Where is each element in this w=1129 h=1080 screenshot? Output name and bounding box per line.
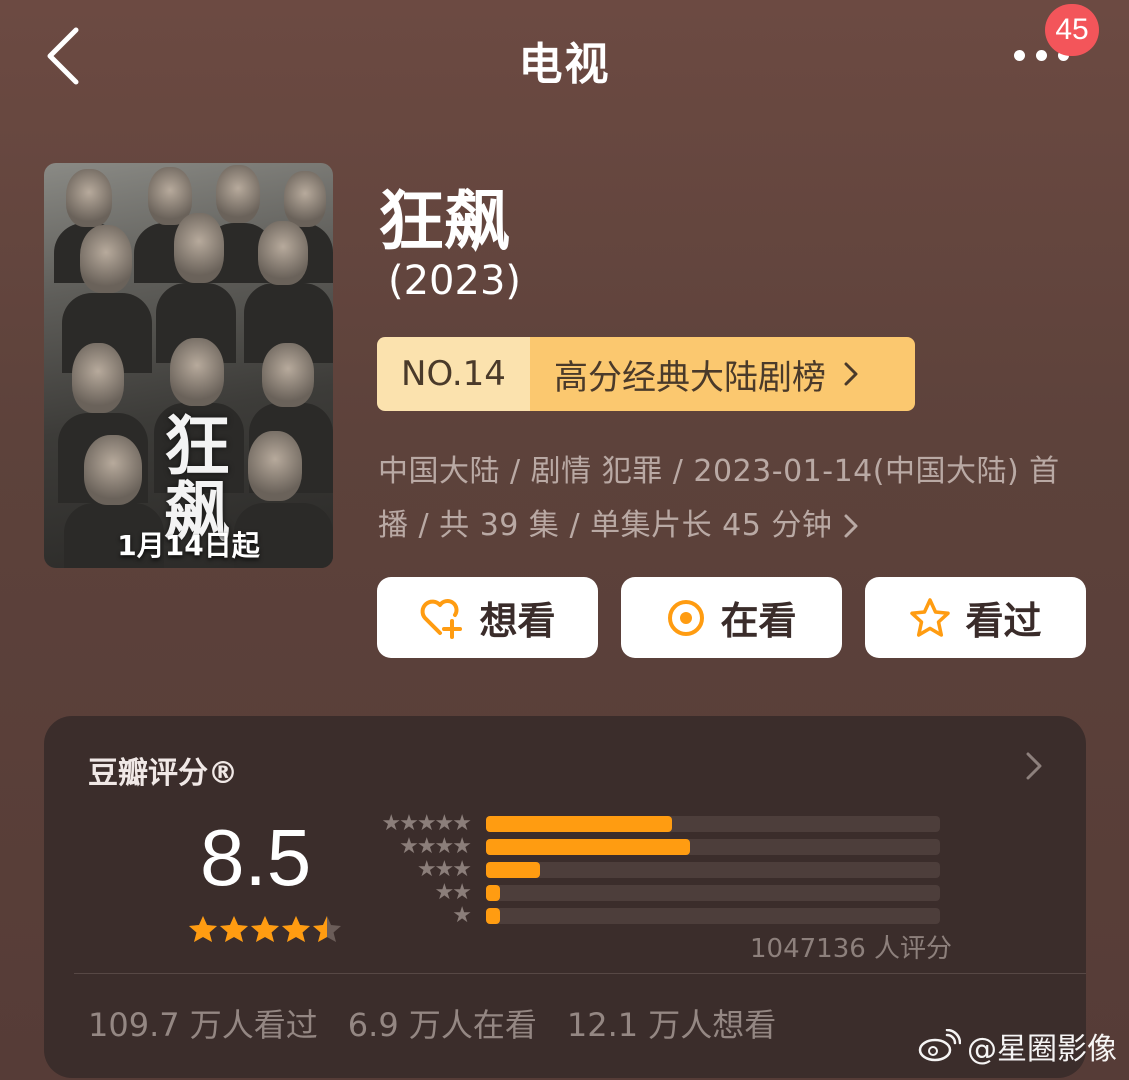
- watched-label: 看过: [965, 599, 1042, 643]
- distribution-bar: [486, 862, 540, 878]
- star-icon: [910, 597, 951, 637]
- rating-score: 8.5: [200, 813, 312, 902]
- meta-line: 中国大陆 / 剧情 犯罪 / 2023-01-14(中国大陆) 首: [378, 454, 1060, 489]
- rating-star-icon: [313, 916, 341, 942]
- watermark: @星圈影像: [917, 1024, 1117, 1068]
- poster-image[interactable]: 狂飙 1月14日起: [44, 163, 333, 568]
- show-meta[interactable]: 中国大陆 / 剧情 犯罪 / 2023-01-14(中国大陆) 首 播 / 共 …: [378, 445, 1088, 553]
- more-dot-icon: [1014, 50, 1025, 61]
- poster-face: [72, 343, 124, 413]
- rating-detail-button[interactable]: [1022, 746, 1046, 786]
- poster-face: [174, 213, 224, 283]
- watch-stats: 109.7 万人看过 6.9 万人在看 12.1 万人想看: [88, 1000, 776, 1046]
- more-dot-icon: [1036, 50, 1047, 61]
- watched-button[interactable]: 看过: [865, 577, 1086, 658]
- chevron-right-icon: [844, 362, 858, 386]
- poster-face: [284, 171, 326, 227]
- want-count: 12.1 万人想看: [566, 1006, 777, 1044]
- rating-title: 豆瓣评分®: [88, 756, 238, 791]
- rating-star-icon: [220, 916, 248, 942]
- weibo-logo-icon: [918, 1029, 961, 1062]
- heart-plus-icon: [421, 598, 463, 639]
- chevron-right-icon: [844, 514, 858, 538]
- distribution-bar-track: [486, 862, 940, 878]
- poster-face: [258, 221, 308, 285]
- poster-face: [216, 165, 260, 223]
- rank-list-label: 高分经典大陆剧榜: [554, 357, 826, 398]
- notification-badge: 45: [1045, 4, 1099, 56]
- distribution-bar-track: [486, 908, 940, 924]
- poster-face: [80, 225, 132, 293]
- rank-list-link: 高分经典大陆剧榜: [530, 337, 915, 411]
- watching-count: 6.9 万人在看: [347, 1006, 537, 1044]
- distribution-stars: ★★: [434, 880, 472, 905]
- rank-banner[interactable]: NO.14 高分经典大陆剧榜: [377, 337, 915, 411]
- poster-face: [170, 338, 224, 406]
- watermark-text: @星圈影像: [967, 1032, 1117, 1067]
- distribution-stars: ★: [452, 903, 472, 928]
- watched-count: 109.7 万人看过: [88, 1006, 318, 1044]
- page-title: 电视: [518, 39, 611, 90]
- distribution-stars: ★★★★★: [381, 811, 472, 836]
- poster-face: [84, 435, 142, 505]
- rating-star-icon: [251, 916, 279, 942]
- poster-date: 1月14日起: [117, 529, 260, 562]
- rating-star-icon: [189, 916, 217, 942]
- rating-star-icon: [282, 916, 310, 942]
- poster-face: [262, 343, 314, 407]
- distribution-stars: ★★★: [416, 857, 472, 882]
- watching-label: 在看: [720, 599, 797, 643]
- distribution-bar: [486, 816, 672, 832]
- distribution-bar-track: [486, 885, 940, 901]
- poster-face: [248, 431, 302, 501]
- chevron-right-icon: [1026, 752, 1042, 780]
- show-title: 狂飙: [378, 183, 510, 260]
- divider: [74, 973, 1086, 974]
- target-circle-icon: [668, 599, 705, 636]
- distribution-bar-track: [486, 839, 940, 855]
- rating-stars: [188, 914, 343, 944]
- distribution-bar: [486, 839, 690, 855]
- show-year: (2023): [388, 258, 522, 304]
- poster-face: [66, 169, 112, 227]
- distribution-bar: [486, 885, 500, 901]
- rank-number: NO.14: [377, 337, 530, 411]
- want-to-watch-button[interactable]: 想看: [377, 577, 598, 658]
- want-label: 想看: [479, 599, 556, 643]
- distribution-bar-track: [486, 816, 940, 832]
- vote-count: 1047136 人评分: [750, 934, 953, 964]
- distribution-bar: [486, 908, 500, 924]
- watching-button[interactable]: 在看: [621, 577, 842, 658]
- meta-line: 播 / 共 39 集 / 单集片长 45 分钟: [378, 508, 833, 543]
- distribution-stars: ★★★★: [399, 834, 472, 859]
